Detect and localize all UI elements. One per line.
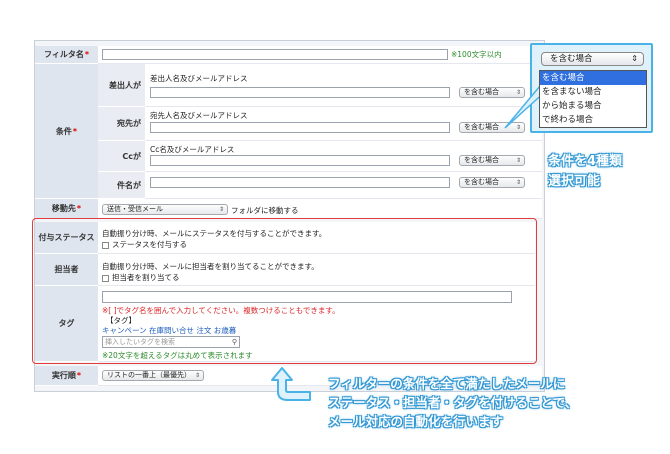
condition-subject-input[interactable] xyxy=(150,177,450,188)
filter-name-label: フィルタ名 * xyxy=(35,46,98,64)
move-to-label: 移動先 * xyxy=(35,199,98,219)
select-arrow-icon: ⇕ xyxy=(218,206,224,213)
filter-name-limit-note: ※100文字以内 xyxy=(451,50,502,59)
highlight-box xyxy=(32,218,537,364)
condition-subject-label: 件名が xyxy=(98,172,145,199)
move-to-select[interactable]: 送信・受信メール ⇕ xyxy=(102,204,228,215)
move-to-suffix: フォルダに移動する xyxy=(231,206,299,215)
select-arrow-icon: ⇕ xyxy=(515,157,521,164)
condition-sender-hint: 差出人名及びメールアドレス xyxy=(150,74,248,83)
condition-sender-cell xyxy=(145,64,542,107)
chevron-updown-icon: ⇕ xyxy=(631,54,638,63)
dropdown-option[interactable]: を含まない場合 xyxy=(540,85,646,99)
condition-callout-text: 条件を4種類 選択可能 xyxy=(548,154,623,189)
condition-cc-hint: Cc名及びメールアドレス xyxy=(150,145,235,154)
condition-dropdown-select[interactable]: を含む場合 ⇕ xyxy=(541,52,644,66)
condition-subject-select[interactable]: を含む場合 ⇕ xyxy=(459,177,525,188)
order-select[interactable]: リストの一番上（最優先） ⇕ xyxy=(102,370,204,381)
condition-cc-select[interactable]: を含む場合 ⇕ xyxy=(459,155,525,166)
condition-sender-input[interactable] xyxy=(150,87,450,98)
condition-to-hint: 宛先人名及びメールアドレス xyxy=(150,111,248,120)
condition-to-input[interactable] xyxy=(150,122,450,133)
condition-sender-label: 差出人が xyxy=(98,64,145,107)
condition-cc-input[interactable] xyxy=(150,155,450,166)
order-label: 実行順 * xyxy=(35,366,98,386)
condition-dropdown-list: を含む場合 を含まない場合 から始まる場合 で終わる場合 xyxy=(539,70,647,128)
filter-name-input[interactable] xyxy=(102,49,448,60)
condition-to-label: 宛先が xyxy=(98,107,145,141)
curved-arrow-icon xyxy=(271,367,311,401)
dropdown-option[interactable]: を含む場合 xyxy=(540,71,646,85)
select-arrow-icon: ⇕ xyxy=(194,372,200,379)
condition-cc-label: Ccが xyxy=(98,141,145,172)
condition-label: 条件 * xyxy=(35,64,98,199)
dropdown-option[interactable]: で終わる場合 xyxy=(540,113,646,127)
select-arrow-icon: ⇕ xyxy=(515,179,521,186)
dropdown-option[interactable]: から始まる場合 xyxy=(540,99,646,113)
main-callout-text: フィルターの条件を全て満たしたメールに ステータス・担当者・タグを付けることで、… xyxy=(328,376,578,429)
